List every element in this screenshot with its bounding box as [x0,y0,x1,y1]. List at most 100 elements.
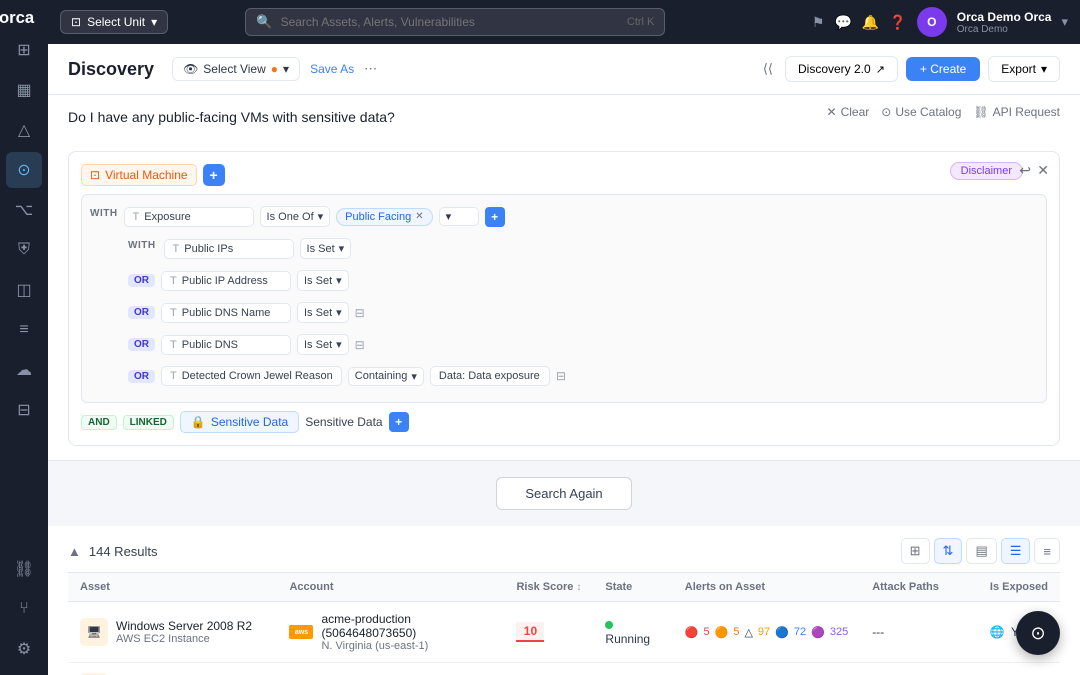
catalog-icon: ⊙ [881,105,891,119]
clear-button[interactable]: ✕ Clear [827,105,870,119]
chevron-down-icon: ▾ [151,15,157,29]
sensitive-data-badge: 🔒 Sensitive Data [180,411,299,433]
header-right: ⟨⟨ Discovery 2.0 ↗ + Create Export ▾ [759,56,1060,82]
collapse-button[interactable]: ⟨⟨ [759,57,777,81]
export-chevron-icon: ▾ [1041,62,1047,76]
results-count: 144 Results [89,544,158,559]
filter-header: ⊡ Virtual Machine + [81,164,1047,186]
more-options-button[interactable]: ⋯ [364,61,377,77]
collapse-results-button[interactable]: ▲ [68,544,81,559]
public-dns-name-operator[interactable]: Is Set ▾ [297,302,349,323]
sidebar-item-server[interactable]: ⊟ [6,392,42,428]
flag-icon[interactable]: ⚑ [812,14,825,31]
asset-cell: 🖥 Windows Server 2008 R2 AWS EC2 Instanc… [80,618,265,646]
risk-score-column-header: Risk Score ↕ [504,573,593,602]
linked-badge: LINKED [123,415,174,430]
sidebar-item-settings[interactable]: ⚙ [6,631,42,667]
operator-chevron-icon: ▾ [336,338,342,351]
sidebar-item-database[interactable]: ◫ [6,272,42,308]
risk-score: 10 [516,622,544,642]
sidebar-item-branch[interactable]: ⑂ [6,591,42,627]
public-ip-address-operator[interactable]: Is Set ▾ [297,270,349,291]
account-cell: aws acme-production (5064648073650) N. V… [289,612,492,652]
floating-action-button[interactable]: ⊙ [1016,611,1060,655]
operator-chevron-icon: ▾ [336,306,342,319]
sidebar-item-home[interactable]: ⊞ [6,32,42,68]
public-dns-field[interactable]: T Public DNS [161,335,291,355]
filter-close-button[interactable]: ✕ [1037,162,1049,179]
exposure-operator[interactable]: Is One Of ▾ [260,206,331,227]
crown-jewel-operator[interactable]: Containing ▾ [348,367,424,386]
add-and-filter-button[interactable]: + [389,412,409,432]
export-button[interactable]: Export ▾ [988,56,1060,82]
state-column-header: State [593,573,672,602]
filter-row: OR T Public DNS Name Is Set ▾ ⊟ [90,299,1038,326]
sidebar-item-link[interactable]: ⛓ [6,551,42,587]
with-label: WITH [90,208,118,219]
user-info: Orca Demo Orca Orca Demo [957,10,1052,35]
public-dns-name-field[interactable]: T Public DNS Name [161,303,291,323]
table-row[interactable]: 🖥 confluence-vm-win GCP Compute VM Insta… [68,663,1060,675]
sidebar-item-alerts[interactable]: △ [6,112,42,148]
global-search[interactable]: 🔍 Ctrl K [245,8,665,36]
card-view-button[interactable]: ▤ [966,538,996,564]
bell-icon[interactable]: 🔔 [862,14,879,31]
filter-row: OR T Detected Crown Jewel Reason Contain… [90,363,1038,389]
search-again-button[interactable]: Search Again [496,477,631,510]
alerts-cell: 🔴5 🟠5 △97 🔵72 🟣325 [685,626,848,639]
operator-chevron-icon: ▾ [318,210,324,223]
unit-select-button[interactable]: ⊡ Select Unit ▾ [60,10,168,34]
operator-chevron-icon: ▾ [411,370,417,383]
asset-type-badge: ⊡ Virtual Machine [81,164,197,186]
compact-view-button[interactable]: ≡ [1034,538,1060,564]
sidebar-item-search[interactable]: ⊙ [6,152,42,188]
chevron-icon: ▾ [283,62,289,76]
svg-text:orca: orca [0,8,35,27]
public-dns-operator[interactable]: Is Set ▾ [297,334,349,355]
sidebar-item-reports[interactable]: ≡ [6,312,42,348]
results-header: ▲ 144 Results ⊞ ⇅ ▤ ☰ ≡ [68,526,1060,573]
account-column-header: Account [277,573,504,602]
filter-row: WITH T Exposure Is One Of ▾ Public Facin… [90,203,1038,230]
is-exposed-column-header: Is Exposed [978,573,1060,602]
top-navbar: ⊡ Select Unit ▾ 🔍 Ctrl K ⚑ 💬 🔔 ❓ O Orca … [48,0,1080,44]
public-facing-tag: Public Facing ✕ [336,208,432,226]
crown-jewel-value[interactable]: Data: Data exposure [430,366,550,386]
page-content: Discovery 👁 Select View ● ▾ Save As ⋯ ⟨⟨… [48,44,1080,675]
create-button[interactable]: + Create [906,57,980,81]
search-input[interactable] [281,15,619,29]
api-request-button[interactable]: ⛓ API Request [973,105,1060,119]
sidebar-item-cloud[interactable]: ☁ [6,352,42,388]
or-badge: OR [128,306,155,319]
main-content: ⊡ Select Unit ▾ 🔍 Ctrl K ⚑ 💬 🔔 ❓ O Orca … [48,0,1080,675]
sidebar-item-grid[interactable]: ▦ [6,72,42,108]
view-toggles: ⊞ ⇅ ▤ ☰ ≡ [901,538,1060,564]
compare-view-button[interactable]: ⇅ [934,538,963,564]
avatar[interactable]: O [917,7,947,37]
select-view-button[interactable]: 👁 Select View ● ▾ [172,57,300,81]
filter-builder: ⊡ Virtual Machine + Disclaimer ↩ ✕ WITH … [68,151,1060,446]
add-asset-type-button[interactable]: + [203,164,225,186]
exposure-value-select[interactable]: ▾ [439,207,479,226]
table-view-button[interactable]: ☰ [1001,538,1031,564]
public-ips-field[interactable]: T Public IPs [164,239,294,259]
exposure-field[interactable]: T Exposure [124,207,254,227]
table-row[interactable]: 🖥 Windows Server 2008 R2 AWS EC2 Instanc… [68,602,1060,663]
remove-public-facing-button[interactable]: ✕ [415,211,423,222]
chat-icon[interactable]: 💬 [834,14,851,31]
add-filter-row-button[interactable]: + [485,207,505,227]
discovery-version-button[interactable]: Discovery 2.0 ↗ [785,56,898,82]
navbar-right: ⚑ 💬 🔔 ❓ O Orca Demo Orca Orca Demo ▾ [812,7,1068,37]
orca-logo: orca [0,8,49,28]
help-icon[interactable]: ❓ [889,14,906,31]
sidebar-item-shield[interactable]: ⛨ [6,232,42,268]
public-ips-operator[interactable]: Is Set ▾ [300,238,352,259]
use-catalog-button[interactable]: ⊙ Use Catalog [881,105,961,119]
save-as-button[interactable]: Save As [310,62,354,76]
user-chevron-icon[interactable]: ▾ [1061,14,1068,30]
grid-view-button[interactable]: ⊞ [901,538,930,564]
public-ip-address-field[interactable]: T Public IP Address [161,271,291,291]
undo-button[interactable]: ↩ [1019,162,1031,179]
crown-jewel-field[interactable]: T Detected Crown Jewel Reason [161,366,342,386]
sidebar-item-code[interactable]: ⌥ [6,192,42,228]
